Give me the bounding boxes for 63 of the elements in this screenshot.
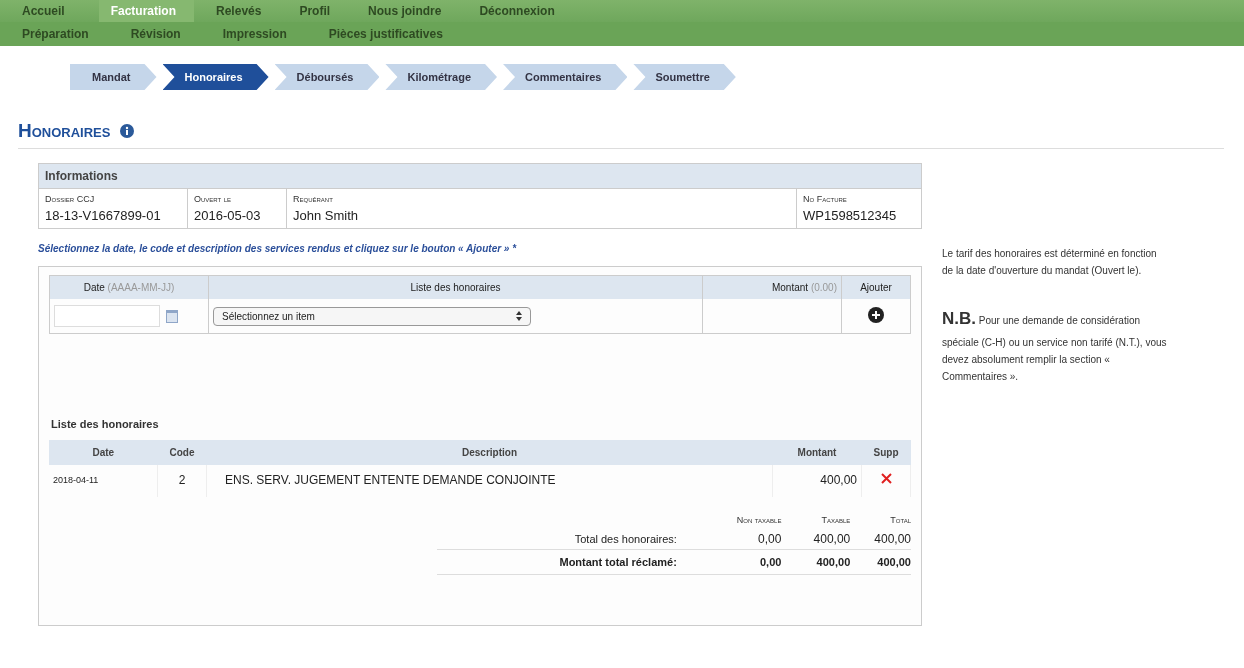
column-header: Taxable <box>781 511 851 529</box>
step-tab[interactable]: Mandat <box>70 64 157 90</box>
submenu-link[interactable]: Révision <box>126 22 219 46</box>
submenu-link[interactable]: Impression <box>218 22 325 46</box>
menu-tab[interactable]: Nous joindre <box>364 0 458 22</box>
table-cell: 400,00 <box>772 465 862 497</box>
format-hint: (0.00) <box>810 282 837 293</box>
total-value: 0,00 <box>696 529 782 550</box>
column-header: Code <box>157 440 207 465</box>
item-dropdown[interactable]: Sélectionnez un item <box>213 306 531 326</box>
total-label: Montant total réclamé: <box>436 549 697 575</box>
column-header: Description <box>206 440 773 465</box>
note-text: N.B. Pour une demande de considération spéciale (C-H) ou un service non tarifé (N.T.), vous devez absolument remplir la section « Commentaires ». <box>942 308 1168 384</box>
step-tab[interactable]: Soumettre <box>633 64 736 90</box>
dropdown-arrows-icon <box>516 311 522 321</box>
field-value: John Smith <box>293 208 360 223</box>
table-cell: ENS. SERV. JUGEMENT ENTENTE DEMANDE CONJOINTE <box>206 465 773 497</box>
total-value: 400,00 <box>781 529 851 550</box>
menu-tab[interactable]: Facturation <box>98 0 195 22</box>
table-cell: 2018-04-11 <box>49 465 158 497</box>
menu-tab[interactable]: Relevés <box>212 0 278 22</box>
column-header: Montant <box>771 282 809 293</box>
column-header: Supp <box>861 440 911 465</box>
column-header: Non taxable <box>735 514 782 527</box>
field-label: No Facture <box>803 194 848 204</box>
date-input[interactable] <box>54 305 160 327</box>
submenu-link[interactable]: Préparation <box>18 22 127 46</box>
field-label: Ouvert le <box>194 194 233 204</box>
total-value: 400,00 <box>781 549 851 575</box>
column-header: Date <box>49 440 158 465</box>
step-tab[interactable]: Kilométrage <box>385 64 497 90</box>
field-value: 18-13-V1667899-01 <box>45 208 162 223</box>
total-value: 400,00 <box>850 549 911 575</box>
format-hint: (AAAA-MM-JJ) <box>107 282 175 293</box>
panel-header: Informations <box>39 164 921 189</box>
instruction-text: Sélectionnez la date, le code et description des services rendus et cliquez sur le bouton « Ajouter » * <box>38 243 518 254</box>
column-header: Date <box>83 282 105 293</box>
table-cell: 2 <box>157 465 207 497</box>
column-header: Total <box>850 511 911 529</box>
field-value: 2016-05-03 <box>194 208 262 223</box>
step-tab[interactable]: Honoraires <box>162 64 269 90</box>
step-tab[interactable]: Déboursés <box>274 64 380 90</box>
menu-tab[interactable]: Profil <box>295 0 347 22</box>
column-header: Liste des honoraires <box>410 282 501 293</box>
delete-icon[interactable] <box>880 473 892 484</box>
submenu-link[interactable]: Pièces justificatives <box>324 22 481 46</box>
info-icon[interactable] <box>120 124 135 138</box>
column-header: Ajouter <box>860 282 892 293</box>
menu-tab[interactable]: Accueil <box>18 0 81 22</box>
field-value: WP1598512345 <box>803 208 898 223</box>
column-header: Montant <box>772 440 862 465</box>
page-title: Honoraires <box>18 120 111 142</box>
section-title: Liste des honoraires <box>51 418 160 430</box>
note-text: Le tarif des honoraires est déterminé en fonction de la date d'ouverture du mandat (Ouvert le). <box>942 247 1158 278</box>
field-label: Requérant <box>293 194 334 204</box>
add-button[interactable] <box>868 307 884 323</box>
calendar-icon[interactable] <box>166 309 178 323</box>
total-value: 400,00 <box>850 529 911 550</box>
step-tab[interactable]: Commentaires <box>503 64 628 90</box>
menu-tab[interactable]: Déconnexion <box>475 0 571 22</box>
field-label: Dossier CCJ <box>45 194 96 204</box>
total-value: 0,00 <box>696 549 782 575</box>
total-label: Total des honoraires: <box>436 529 697 550</box>
